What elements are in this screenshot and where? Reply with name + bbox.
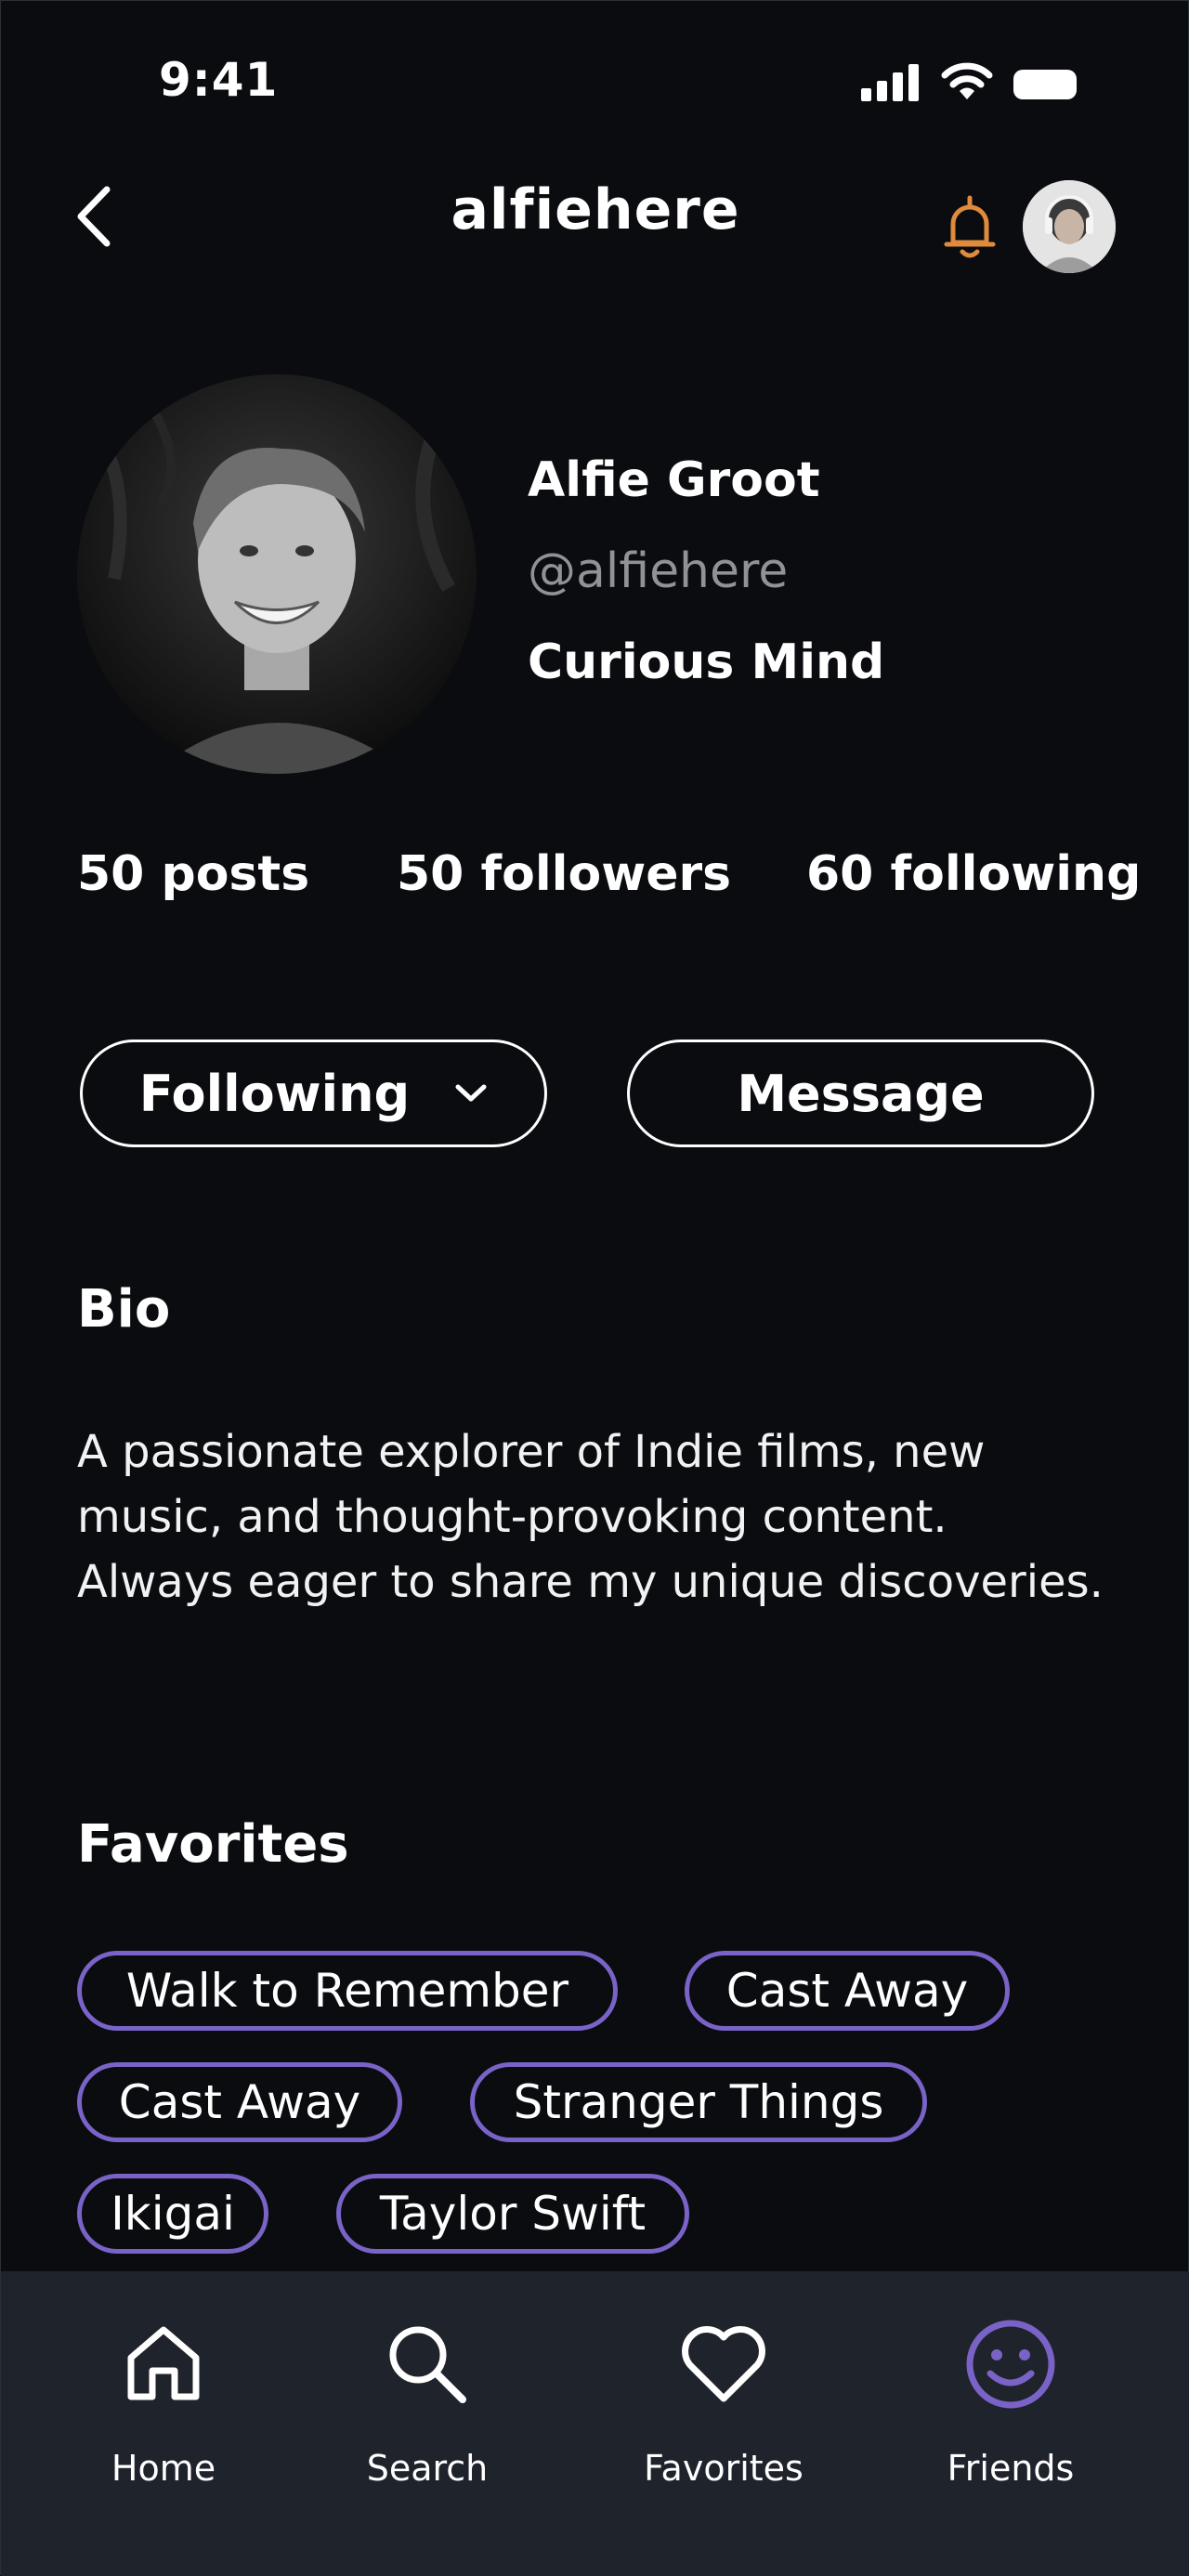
message-button[interactable]: Message: [627, 1040, 1094, 1147]
nav-search[interactable]: Search: [320, 2318, 534, 2504]
chevron-down-icon: [455, 1084, 487, 1102]
avatar-image: [1023, 180, 1116, 273]
message-button-label: Message: [737, 1064, 985, 1123]
wifi-icon: [941, 62, 993, 99]
bio-text: A passionate explorer of Indie films, ne…: [77, 1426, 1104, 1608]
nav-home[interactable]: Home: [57, 2318, 270, 2504]
bell-icon: [944, 195, 996, 258]
favorite-chip[interactable]: Cast Away: [77, 2062, 402, 2142]
following-count[interactable]: 60 following: [806, 846, 1141, 902]
profile-name: Alfie Groot: [528, 452, 820, 508]
nav-favorites[interactable]: Favorites: [617, 2318, 830, 2504]
nav-search-label: Search: [366, 2448, 489, 2489]
favorite-chip[interactable]: Stranger Things: [470, 2062, 927, 2142]
profile-handle: @alfiehere: [528, 543, 789, 599]
heart-icon: [682, 2326, 765, 2402]
status-time: 9:41: [159, 53, 279, 107]
bio-heading: Bio: [77, 1279, 171, 1340]
favorite-chip[interactable]: Cast Away: [685, 1951, 1010, 2031]
cellular-signal-icon: [861, 64, 919, 101]
notifications-button[interactable]: [939, 194, 1000, 261]
posts-count[interactable]: 50 posts: [77, 846, 309, 902]
favorite-chip[interactable]: Taylor Swift: [336, 2174, 689, 2254]
smiley-icon: [966, 2320, 1055, 2409]
battery-icon: [1013, 70, 1077, 99]
search-icon: [389, 2326, 466, 2403]
profile-photo: [77, 374, 477, 774]
favorites-heading: Favorites: [77, 1814, 349, 1875]
header-username: alfiehere: [451, 177, 740, 242]
following-button-label: Following: [138, 1064, 411, 1123]
nav-home-label: Home: [111, 2448, 216, 2489]
nav-favorites-label: Favorites: [644, 2448, 804, 2489]
profile-photo-image: [77, 374, 477, 774]
current-user-avatar[interactable]: [1023, 180, 1116, 273]
nav-friends[interactable]: Friends: [904, 2318, 1117, 2504]
nav-friends-label: Friends: [947, 2448, 1075, 2489]
profile-screen: 9:41 alfiehere Alfie Groot @alfiehere Cu…: [0, 0, 1189, 2576]
profile-stats: 50 posts 50 followers 60 following: [77, 846, 1141, 911]
following-button[interactable]: Following: [80, 1040, 547, 1147]
followers-count[interactable]: 50 followers: [397, 846, 731, 902]
home-icon: [127, 2326, 200, 2400]
favorite-chip[interactable]: Ikigai: [77, 2174, 268, 2254]
bottom-navigation: Home Search Favorites Friends: [1, 2271, 1189, 2576]
favorite-chip[interactable]: Walk to Remember: [77, 1951, 618, 2031]
profile-tagline: Curious Mind: [528, 634, 885, 690]
status-icons: [861, 62, 1078, 101]
